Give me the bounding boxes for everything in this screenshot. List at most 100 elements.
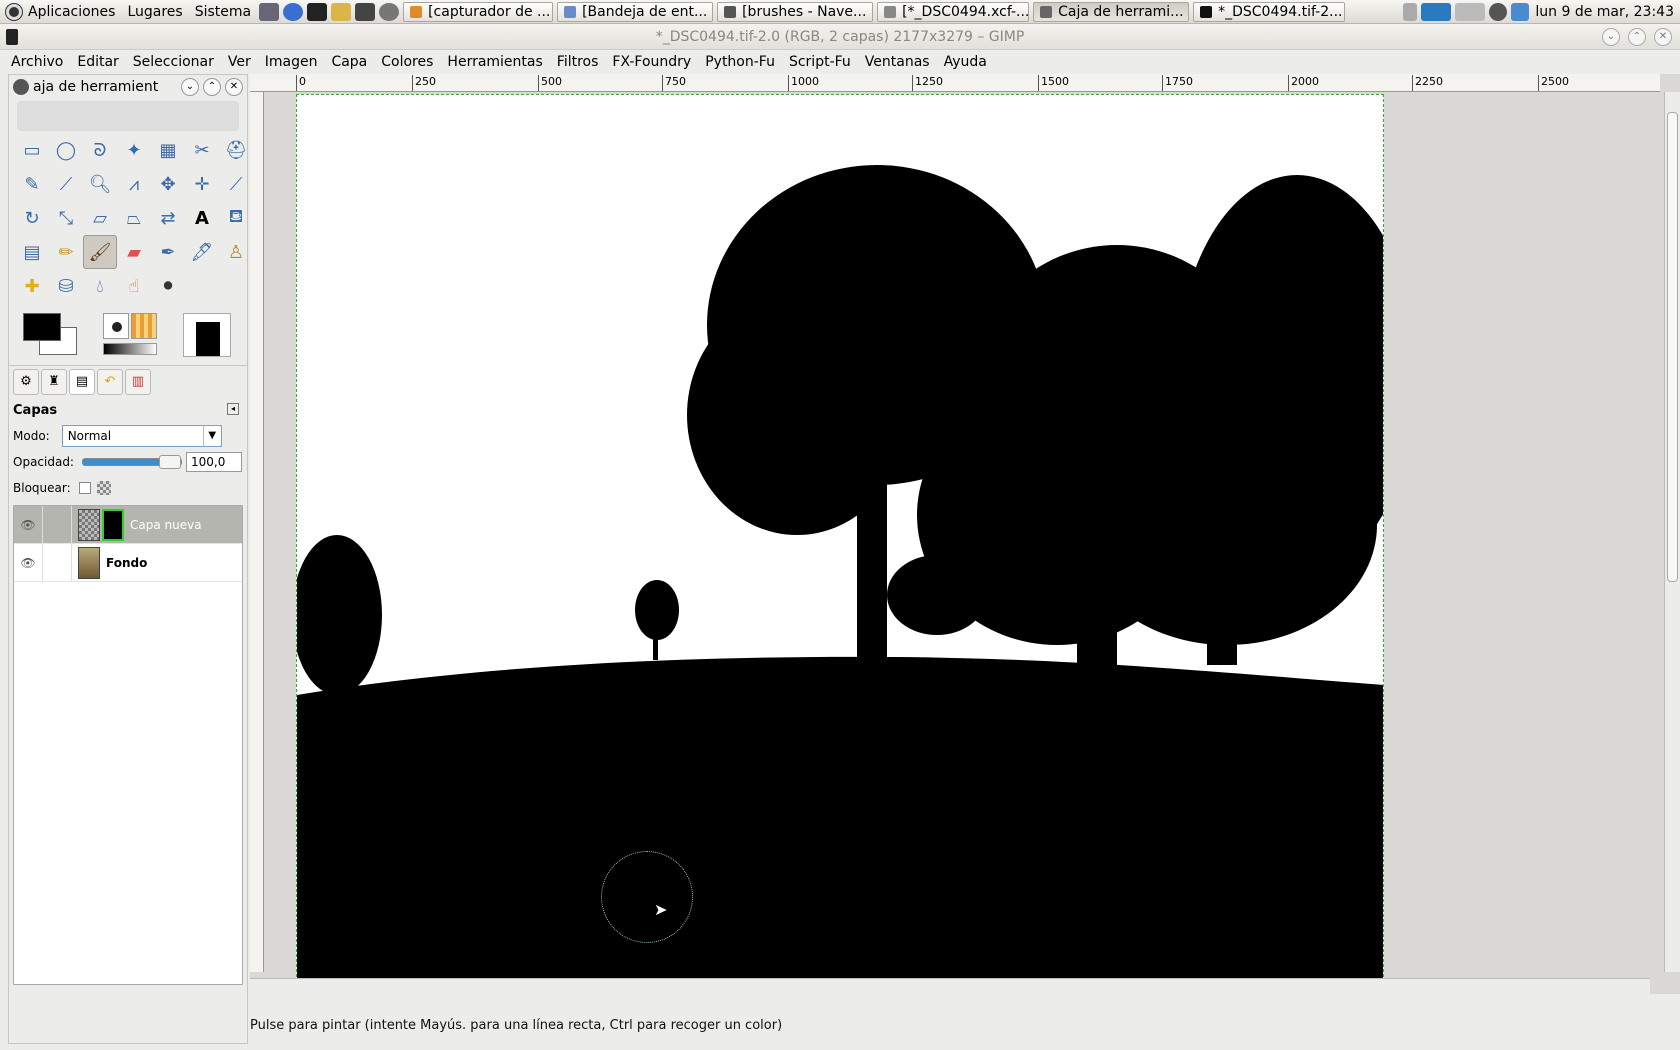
menu-archivo[interactable]: Archivo <box>4 54 70 70</box>
menu-herramientas[interactable]: Herramientas <box>440 54 549 70</box>
pattern-preview[interactable] <box>131 313 157 339</box>
maximize-button[interactable]: ⌃ <box>203 78 221 96</box>
mode-select[interactable]: Normal ▼ <box>61 425 222 447</box>
minimize-button[interactable]: ⌄ <box>1602 28 1620 46</box>
task-brushes[interactable]: [brushes - Nave... <box>717 1 874 22</box>
settings-launcher-icon[interactable] <box>379 2 400 21</box>
foreground-color-swatch[interactable] <box>23 313 61 341</box>
paintbrush-icon[interactable]: 🖌︎ <box>83 235 117 269</box>
screenshot-launcher-icon[interactable] <box>355 2 376 21</box>
task-screenshot[interactable]: [capturador de ... <box>403 1 554 22</box>
visibility-eye-icon[interactable]: 👁︎ <box>14 556 42 570</box>
blur-icon[interactable]: 💧︎ <box>83 269 117 303</box>
gradient-preview[interactable] <box>103 343 157 355</box>
browser-launcher-icon[interactable] <box>283 2 304 21</box>
menu-capa[interactable]: Capa <box>324 54 374 70</box>
link-toggle[interactable] <box>42 544 72 581</box>
tab-channels[interactable]: ♜ <box>41 368 67 395</box>
brush-preview[interactable] <box>103 313 129 339</box>
layer-name[interactable]: Capa nueva <box>130 518 202 532</box>
dodge-burn-icon[interactable]: ⚫ <box>151 269 185 303</box>
terminal-launcher-icon[interactable] <box>307 2 328 21</box>
rect-select-icon[interactable]: ▭ <box>15 133 49 167</box>
zoom-icon[interactable]: 🔍︎ <box>83 167 117 201</box>
menu-ver[interactable]: Ver <box>221 54 258 70</box>
shear-icon[interactable]: ▱ <box>83 201 117 235</box>
scroll-thumb[interactable] <box>1667 112 1678 582</box>
trash-icon[interactable] <box>1403 2 1418 21</box>
layer-row-capa-nueva[interactable]: 👁︎ Capa nueva <box>14 506 242 544</box>
ellipse-select-icon[interactable]: ◯ <box>49 133 83 167</box>
applications-menu[interactable]: Aplicaciones <box>0 0 121 24</box>
menu-colores[interactable]: Colores <box>374 54 440 70</box>
pencil-icon[interactable]: ✏ <box>49 235 83 269</box>
link-toggle[interactable] <box>42 506 72 543</box>
menu-script-fu[interactable]: Script-Fu <box>782 54 858 70</box>
maximize-button[interactable]: ⌃ <box>1628 28 1646 46</box>
volume-icon[interactable] <box>1511 2 1530 21</box>
clone-icon[interactable]: ♙ <box>219 235 253 269</box>
places-menu[interactable]: Lugares <box>121 0 188 24</box>
tab-tool-options[interactable]: ⚙ <box>13 368 39 395</box>
tab-layers[interactable]: ▤ <box>69 368 95 395</box>
move-icon[interactable]: ✥ <box>151 167 185 201</box>
editor-launcher-icon[interactable] <box>331 2 352 21</box>
menu-ventanas[interactable]: Ventanas <box>858 54 937 70</box>
menu-filtros[interactable]: Filtros <box>550 54 606 70</box>
crop-icon[interactable]: ⟋ <box>219 167 253 201</box>
ink-icon[interactable]: 🖋︎ <box>185 235 219 269</box>
perspective-clone-icon[interactable]: ⛁ <box>49 269 83 303</box>
opacity-slider[interactable] <box>81 455 182 469</box>
visibility-eye-icon[interactable]: 👁︎ <box>14 518 42 532</box>
scale-icon[interactable]: ⤡ <box>49 201 83 235</box>
fuzzy-select-icon[interactable]: ✦ <box>117 133 151 167</box>
horizontal-scrollbar[interactable] <box>250 978 1650 994</box>
perspective-icon[interactable]: ⏢ <box>117 201 151 235</box>
slider-handle[interactable] <box>158 455 181 469</box>
task-inbox[interactable]: [Bandeja de ent... <box>557 1 714 22</box>
workspace-switcher[interactable] <box>1421 2 1452 21</box>
menu-seleccionar[interactable]: Seleccionar <box>126 54 221 70</box>
menu-fx-foundry[interactable]: FX-Foundry <box>605 54 698 70</box>
active-image-preview[interactable] <box>183 313 231 357</box>
layer-mask-thumbnail[interactable] <box>102 508 124 541</box>
blend-icon[interactable]: ▤ <box>15 235 49 269</box>
paths-icon[interactable]: ✎ <box>15 167 49 201</box>
tab-undo[interactable]: ↶ <box>97 368 123 395</box>
airbrush-icon[interactable]: ✒ <box>151 235 185 269</box>
network-icon[interactable] <box>1489 2 1508 21</box>
menu-imagen[interactable]: Imagen <box>258 54 325 70</box>
flip-icon[interactable]: ⇄ <box>151 201 185 235</box>
horizontal-ruler[interactable]: 0 250 500 750 1000 1250 1500 1750 2000 2… <box>250 74 1660 92</box>
vertical-scrollbar[interactable] <box>1664 92 1680 972</box>
by-color-select-icon[interactable]: ▦ <box>151 133 185 167</box>
layer-row-fondo[interactable]: 👁︎ Fondo <box>14 544 242 582</box>
vertical-ruler[interactable] <box>250 92 264 972</box>
clock[interactable]: lun 9 de mar, 23:43 <box>1535 4 1674 20</box>
window-icon[interactable] <box>6 29 18 45</box>
rotate-icon[interactable]: ↻ <box>15 201 49 235</box>
close-button[interactable]: ✕ <box>225 78 243 96</box>
image-canvas[interactable] <box>296 94 1384 992</box>
text-icon[interactable]: A <box>185 201 219 235</box>
free-select-icon[interactable]: ᘐ <box>83 133 117 167</box>
task-toolbox[interactable]: Caja de herrami... <box>1033 1 1190 22</box>
color-picker-icon[interactable]: ⟋ <box>49 167 83 201</box>
lock-alpha-checkbox[interactable] <box>78 482 91 494</box>
layer-name[interactable]: Fondo <box>106 556 147 570</box>
menu-ayuda[interactable]: Ayuda <box>937 54 994 70</box>
task-tif[interactable]: *_DSC0494.tif-2... <box>1193 1 1346 22</box>
menu-python-fu[interactable]: Python-Fu <box>698 54 782 70</box>
tab-paths[interactable]: ▥ <box>125 368 151 395</box>
eraser-icon[interactable]: ▰ <box>117 235 151 269</box>
align-icon[interactable]: ✛ <box>185 167 219 201</box>
bucket-fill-icon[interactable]: ⛾ <box>219 201 253 235</box>
scissors-icon[interactable]: ✂ <box>185 133 219 167</box>
menu-editar[interactable]: Editar <box>70 54 125 70</box>
workspace-2[interactable] <box>1455 2 1486 21</box>
opacity-spinner[interactable]: 100,0 <box>185 452 242 472</box>
foreground-select-icon[interactable]: ⛑ <box>219 133 253 167</box>
close-button[interactable]: ✕ <box>1654 28 1672 46</box>
heal-icon[interactable]: ✚ <box>15 269 49 303</box>
wilber-drop-area[interactable] <box>17 101 239 131</box>
